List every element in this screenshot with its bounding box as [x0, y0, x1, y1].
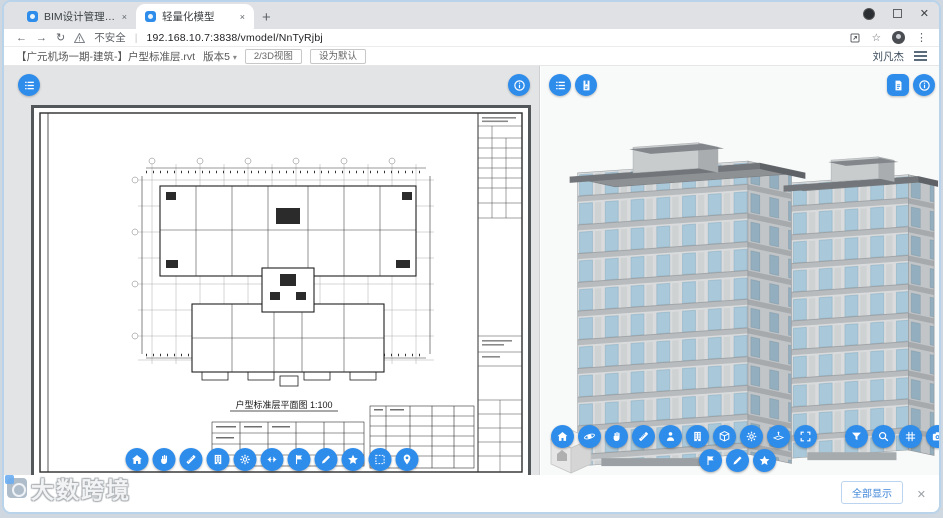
watermark-logo-accent — [5, 475, 14, 484]
tab-bim-platform[interactable]: BIM设计管理平台 项目文件 × — [18, 4, 136, 29]
model-toolbar-row1 — [551, 425, 939, 448]
drawing-sheet[interactable]: 户型标准层平面图 1:100 — [31, 105, 531, 480]
close-window-icon[interactable]: ✕ — [920, 7, 929, 20]
forward-icon[interactable]: → — [36, 32, 47, 44]
user-name[interactable]: 刘凡杰 — [873, 49, 905, 64]
tab-favicon — [145, 11, 156, 22]
not-secure-icon[interactable] — [74, 32, 86, 43]
watermark-logo — [5, 475, 27, 498]
url-input[interactable]: 192.168.10.7:3838/vmodel/NnTyRjbj — [146, 32, 322, 44]
locate-button[interactable] — [395, 448, 418, 471]
tab-close-icon[interactable]: × — [122, 12, 127, 22]
security-label: 不安全 — [94, 32, 126, 44]
viewer-split: 户型标准层平面图 1:100 — [4, 66, 939, 480]
url-separator: | — [134, 31, 138, 44]
profile-avatar-icon[interactable] — [892, 31, 905, 44]
browser-window: BIM设计管理平台 项目文件 × 轻量化模型 × + ✕ ← → ↻ 不安全 |… — [2, 0, 941, 514]
filter-button[interactable] — [845, 425, 868, 448]
measure-button[interactable] — [632, 425, 655, 448]
set-default-button[interactable]: 设为默认 — [309, 48, 366, 64]
extension-icon[interactable] — [862, 7, 875, 20]
share-page-icon[interactable] — [849, 32, 861, 44]
walkthrough-button[interactable] — [659, 425, 682, 448]
model-cube-button[interactable] — [713, 425, 736, 448]
drawing-list-button[interactable] — [18, 74, 40, 96]
viewpoint-list-button[interactable] — [575, 74, 597, 96]
issue-flag-button[interactable] — [287, 448, 310, 471]
box-select-button[interactable] — [368, 448, 391, 471]
favorite-button[interactable] — [753, 449, 776, 472]
reload-icon[interactable]: ↻ — [56, 31, 65, 44]
floors-button[interactable] — [686, 425, 709, 448]
bottom-bar: 大数跨境 全部显示 ✕ — [4, 475, 939, 512]
markup-button[interactable] — [314, 448, 337, 471]
app-menu-icon[interactable] — [914, 49, 927, 63]
model-document-button[interactable] — [887, 74, 909, 96]
model-toolbar-row2 — [699, 449, 776, 472]
snapshot-button[interactable] — [926, 425, 939, 448]
watermark-text: 大数跨境 — [31, 477, 131, 503]
bookmark-star-icon[interactable]: ☆ — [872, 32, 881, 44]
pan-button[interactable] — [152, 448, 175, 471]
model-3d-panel[interactable] — [541, 66, 939, 475]
section-cut-button[interactable] — [260, 448, 283, 471]
back-icon[interactable]: ← — [16, 32, 27, 44]
drawing-2d-panel[interactable]: 户型标准层平面图 1:100 — [4, 66, 540, 480]
tab-strip: BIM设计管理平台 项目文件 × 轻量化模型 × + ✕ — [4, 2, 939, 29]
tab-favicon — [27, 11, 38, 22]
drawing-toolbar — [125, 448, 418, 471]
pan-button[interactable] — [605, 425, 628, 448]
settings-button[interactable] — [740, 425, 763, 448]
model-tree-button[interactable] — [549, 74, 571, 96]
home-button[interactable] — [125, 448, 148, 471]
view-toggle-button[interactable]: 2/3D视图 — [244, 48, 302, 64]
grid-button[interactable] — [899, 425, 922, 448]
tab-close-icon[interactable]: × — [240, 12, 245, 22]
app-toolbar: 【广元机场一期-建筑-】户型标准层.rvt 版本5 ▾ 2/3D视图 设为默认 … — [4, 47, 939, 66]
address-bar-actions: ☆ ⋮ — [849, 31, 927, 44]
address-bar: ← → ↻ 不安全 | 192.168.10.7:3838/vmodel/NnT… — [4, 29, 939, 47]
tab-title: 轻量化模型 — [162, 11, 215, 23]
floors-button[interactable] — [206, 448, 229, 471]
building-3d-model[interactable] — [541, 66, 939, 475]
toolbar-gap — [821, 425, 841, 448]
issue-flag-button[interactable] — [699, 449, 722, 472]
home-button[interactable] — [551, 425, 574, 448]
new-tab-button[interactable]: + — [262, 9, 271, 29]
markup-button[interactable] — [726, 449, 749, 472]
components-button[interactable] — [233, 448, 256, 471]
orbit-button[interactable] — [578, 425, 601, 448]
bottom-close-icon[interactable]: ✕ — [917, 488, 926, 501]
drawing-info-button[interactable] — [508, 74, 530, 96]
chevron-down-icon: ▾ — [232, 52, 237, 62]
floor-plan-drawing: 户型标准层平面图 1:100 — [39, 112, 523, 473]
restore-window-icon[interactable] — [892, 9, 902, 18]
model-file-label: 【广元机场一期-建筑-】户型标准层.rvt — [16, 50, 196, 63]
show-all-button[interactable]: 全部显示 — [841, 481, 903, 504]
window-controls: ✕ — [862, 7, 929, 20]
tab-title: BIM设计管理平台 项目文件 — [44, 11, 116, 23]
section-plane-button[interactable] — [767, 425, 790, 448]
tab-lightweight-model[interactable]: 轻量化模型 × — [136, 4, 254, 29]
watermark: 大数跨境 — [5, 471, 131, 505]
measure-button[interactable] — [179, 448, 202, 471]
browser-menu-icon[interactable]: ⋮ — [916, 31, 927, 44]
plan-title: 户型标准层平面图 1:100 — [235, 399, 332, 410]
version-selector[interactable]: 版本5 ▾ — [203, 49, 237, 64]
fullscreen-button[interactable] — [794, 425, 817, 448]
search-button[interactable] — [872, 425, 895, 448]
model-info-button[interactable] — [913, 74, 935, 96]
favorite-button[interactable] — [341, 448, 364, 471]
